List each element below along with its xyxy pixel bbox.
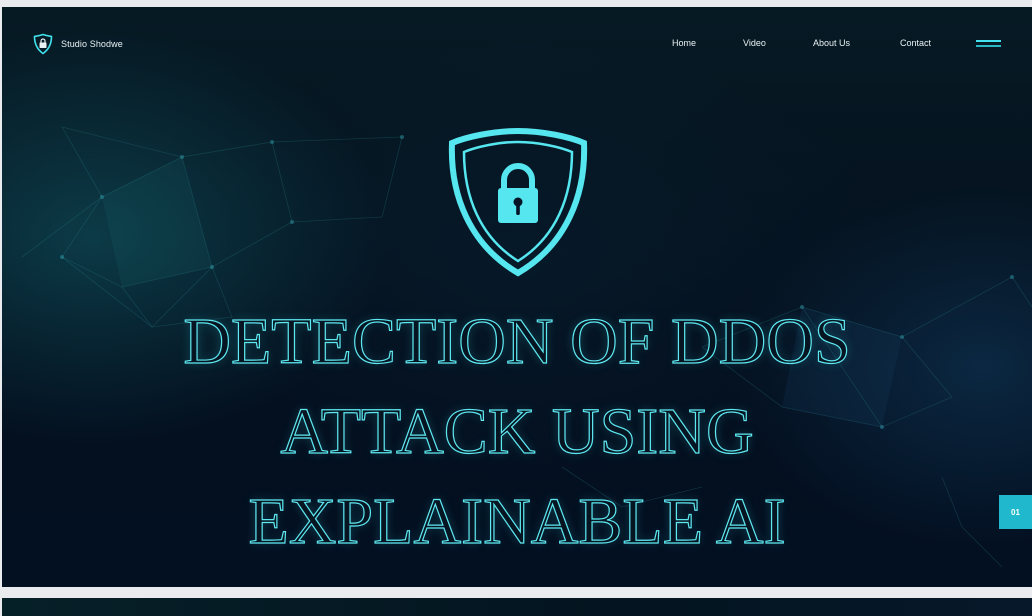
nav-link-about-us[interactable]: About Us xyxy=(813,38,850,48)
shield-lock-icon xyxy=(448,127,588,277)
nav-link-home[interactable]: Home xyxy=(672,38,696,48)
hero-title-line-3: EXPLAINABLE AI xyxy=(248,484,786,558)
hero-title-line-2: ATTACK USING xyxy=(280,394,754,468)
nav-link-contact[interactable]: Contact xyxy=(900,38,931,48)
page-number-badge: 01 xyxy=(999,495,1032,529)
next-slide-preview[interactable] xyxy=(2,598,1032,616)
top-navigation: Home Video About Us Contact xyxy=(2,38,1032,52)
presentation-slide: Studio Shodwe Home Video About Us Contac… xyxy=(2,7,1032,587)
hero-title: DETECTION OF DDOS ATTACK USING EXPLAINAB… xyxy=(2,297,1032,567)
nav-link-video[interactable]: Video xyxy=(743,38,766,48)
hamburger-menu-icon[interactable] xyxy=(976,38,1001,50)
hero-title-line-1: DETECTION OF DDOS xyxy=(183,304,852,378)
